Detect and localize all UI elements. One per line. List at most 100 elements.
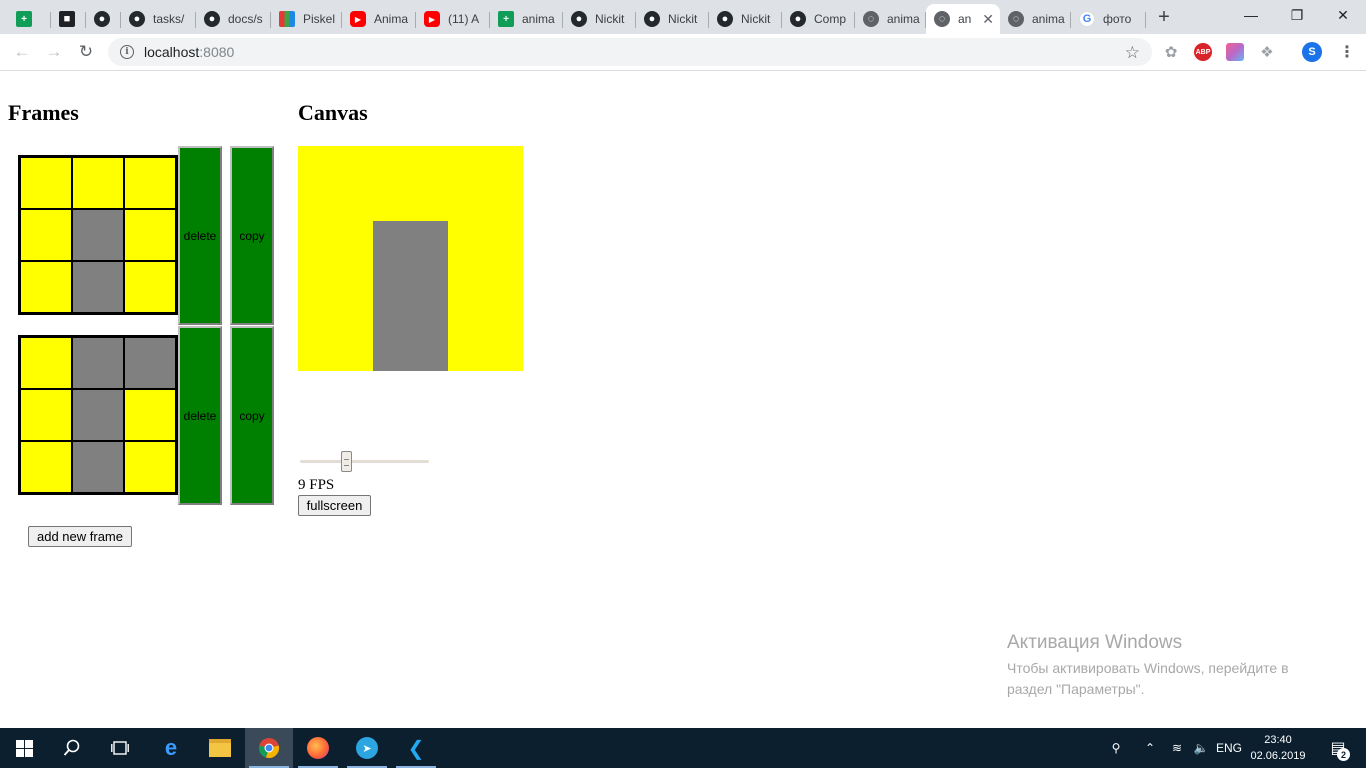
extension-puzzle-icon[interactable]: ❖ <box>1258 43 1276 61</box>
fps-label: 9 FPS <box>298 477 335 493</box>
tab[interactable]: ◌ anima <box>1000 4 1071 34</box>
tab-active[interactable]: ◌ an ✕ <box>926 4 1000 34</box>
frame-preview-grid[interactable] <box>18 335 178 495</box>
paw-extension-icon[interactable]: ✿ <box>1162 43 1180 61</box>
pixel-cell-gray[interactable] <box>73 262 123 312</box>
tab-label: Nickit <box>595 12 625 26</box>
copy-frame-button[interactable]: copy <box>230 146 274 325</box>
taskbar-firefox[interactable] <box>294 728 342 768</box>
pixel-cell-yellow[interactable] <box>73 158 123 208</box>
pixel-cell-yellow[interactable] <box>21 262 71 312</box>
address-host: localhost <box>144 44 200 60</box>
language-indicator[interactable]: ENG <box>1214 728 1244 768</box>
telegram-icon: ➤ <box>356 737 378 759</box>
github-icon: ● <box>129 11 145 27</box>
pixel-cell-gray[interactable] <box>73 390 123 440</box>
tab[interactable]: ◌ anima <box>855 4 926 34</box>
add-new-frame-button[interactable]: add new frame <box>28 526 132 547</box>
minimize-button[interactable]: — <box>1228 0 1274 30</box>
windows-activation-watermark: Активация Windows Чтобы активировать Win… <box>1007 632 1327 700</box>
browser-toolbar: ← → ↻ i localhost:8080 ☆ ✿ ABP ❖ S ⋮ <box>0 34 1366 71</box>
tab[interactable]: ● <box>86 4 121 34</box>
adblock-plus-icon[interactable]: ABP <box>1194 43 1212 61</box>
task-view-button[interactable] <box>96 728 144 768</box>
address-port: :8080 <box>199 44 235 60</box>
new-tab-button[interactable]: + <box>1152 5 1176 29</box>
pixel-cell-gray[interactable] <box>73 338 123 388</box>
tab-label: Nickit <box>668 12 698 26</box>
tab[interactable]: ▶ Anima <box>342 4 416 34</box>
browser-menu-icon[interactable]: ⋮ <box>1338 43 1356 61</box>
tab[interactable]: ● docs/s <box>196 4 271 34</box>
tab[interactable]: ● Nickit <box>563 4 636 34</box>
info-icon[interactable]: i <box>120 45 134 59</box>
delete-frame-button[interactable]: delete <box>178 326 222 505</box>
frames-heading: Frames <box>8 100 79 125</box>
tab-label: Comp <box>814 12 847 26</box>
copy-frame-button[interactable]: copy <box>230 326 274 505</box>
fps-slider-thumb[interactable] <box>341 451 352 472</box>
tab-label: Nickit <box>741 12 771 26</box>
tab[interactable]: ▶ (11) A <box>416 4 490 34</box>
bookmark-star-icon[interactable]: ☆ <box>1125 43 1140 63</box>
pixel-cell-yellow[interactable] <box>21 158 71 208</box>
taskbar-clock[interactable]: 23:40 02.06.2019 <box>1248 732 1308 764</box>
clock-date: 02.06.2019 <box>1250 750 1306 762</box>
taskbar-edge[interactable]: e <box>147 728 195 768</box>
network-icon[interactable]: ≋ <box>1166 728 1188 768</box>
tab[interactable]: ● Nickit <box>636 4 709 34</box>
tab[interactable]: ● Comp <box>782 4 855 34</box>
pixel-cell-yellow[interactable] <box>125 262 175 312</box>
pixel-cell-gray[interactable] <box>125 338 175 388</box>
tab[interactable]: ● tasks/ <box>121 4 196 34</box>
action-center-button[interactable]: ▤ 2 <box>1318 728 1358 768</box>
show-hidden-icons-chevron-up-icon[interactable]: ⌃ <box>1140 728 1160 768</box>
pixel-cell-yellow[interactable] <box>125 390 175 440</box>
pixel-cell-yellow[interactable] <box>21 338 71 388</box>
pixel-cell-yellow[interactable] <box>21 390 71 440</box>
color-picker-extension-icon[interactable] <box>1226 43 1244 61</box>
pixel-cell-yellow[interactable] <box>125 158 175 208</box>
clock-time: 23:40 <box>1264 734 1292 746</box>
pixel-cell-gray[interactable] <box>73 442 123 492</box>
github-icon: ● <box>571 11 587 27</box>
delete-frame-button[interactable]: delete <box>178 146 222 325</box>
pixel-cell-gray[interactable] <box>73 210 123 260</box>
fps-slider-track <box>300 460 429 463</box>
pixel-cell-yellow[interactable] <box>125 442 175 492</box>
pixel-cell-yellow[interactable] <box>125 210 175 260</box>
taskbar-telegram[interactable]: ➤ <box>343 728 391 768</box>
pixel-cell-yellow[interactable] <box>21 210 71 260</box>
profile-avatar[interactable]: S <box>1302 42 1322 62</box>
fps-slider[interactable] <box>300 451 429 472</box>
pixel-cell-yellow[interactable] <box>21 442 71 492</box>
firefox-icon <box>307 737 329 759</box>
tab[interactable]: Gфото <box>1071 4 1146 34</box>
sheets-icon: + <box>16 11 32 27</box>
tab[interactable]: ● Nickit <box>709 4 782 34</box>
people-icon[interactable]: ⚲ <box>1104 728 1128 768</box>
start-button[interactable] <box>0 728 48 768</box>
tab[interactable]: Piskel <box>271 4 342 34</box>
search-button[interactable] <box>48 728 96 768</box>
tab-label: an <box>958 12 972 26</box>
sheets-icon: + <box>498 11 514 27</box>
close-tab-icon[interactable]: ✕ <box>982 11 994 28</box>
back-button[interactable]: ← <box>10 40 34 64</box>
volume-icon[interactable]: 🔈 <box>1190 728 1212 768</box>
close-window-button[interactable]: ✕ <box>1320 0 1366 30</box>
taskbar-chrome[interactable] <box>245 728 293 768</box>
fullscreen-button[interactable]: fullscreen <box>298 495 371 516</box>
github-icon: ● <box>94 11 110 27</box>
notification-count-badge: 2 <box>1337 748 1350 761</box>
tab[interactable]: + anima <box>490 4 563 34</box>
taskbar-vscode[interactable]: ❮ <box>392 728 440 768</box>
reload-button[interactable]: ↻ <box>74 40 98 64</box>
taskbar-explorer[interactable] <box>196 728 244 768</box>
frame-preview-grid[interactable] <box>18 155 178 315</box>
tab[interactable]: + <box>8 4 51 34</box>
forward-button[interactable]: → <box>42 40 66 64</box>
tab[interactable]: ■ <box>51 4 86 34</box>
address-bar[interactable]: i localhost:8080 ☆ <box>108 38 1152 66</box>
maximize-button[interactable]: ❐ <box>1274 0 1320 30</box>
